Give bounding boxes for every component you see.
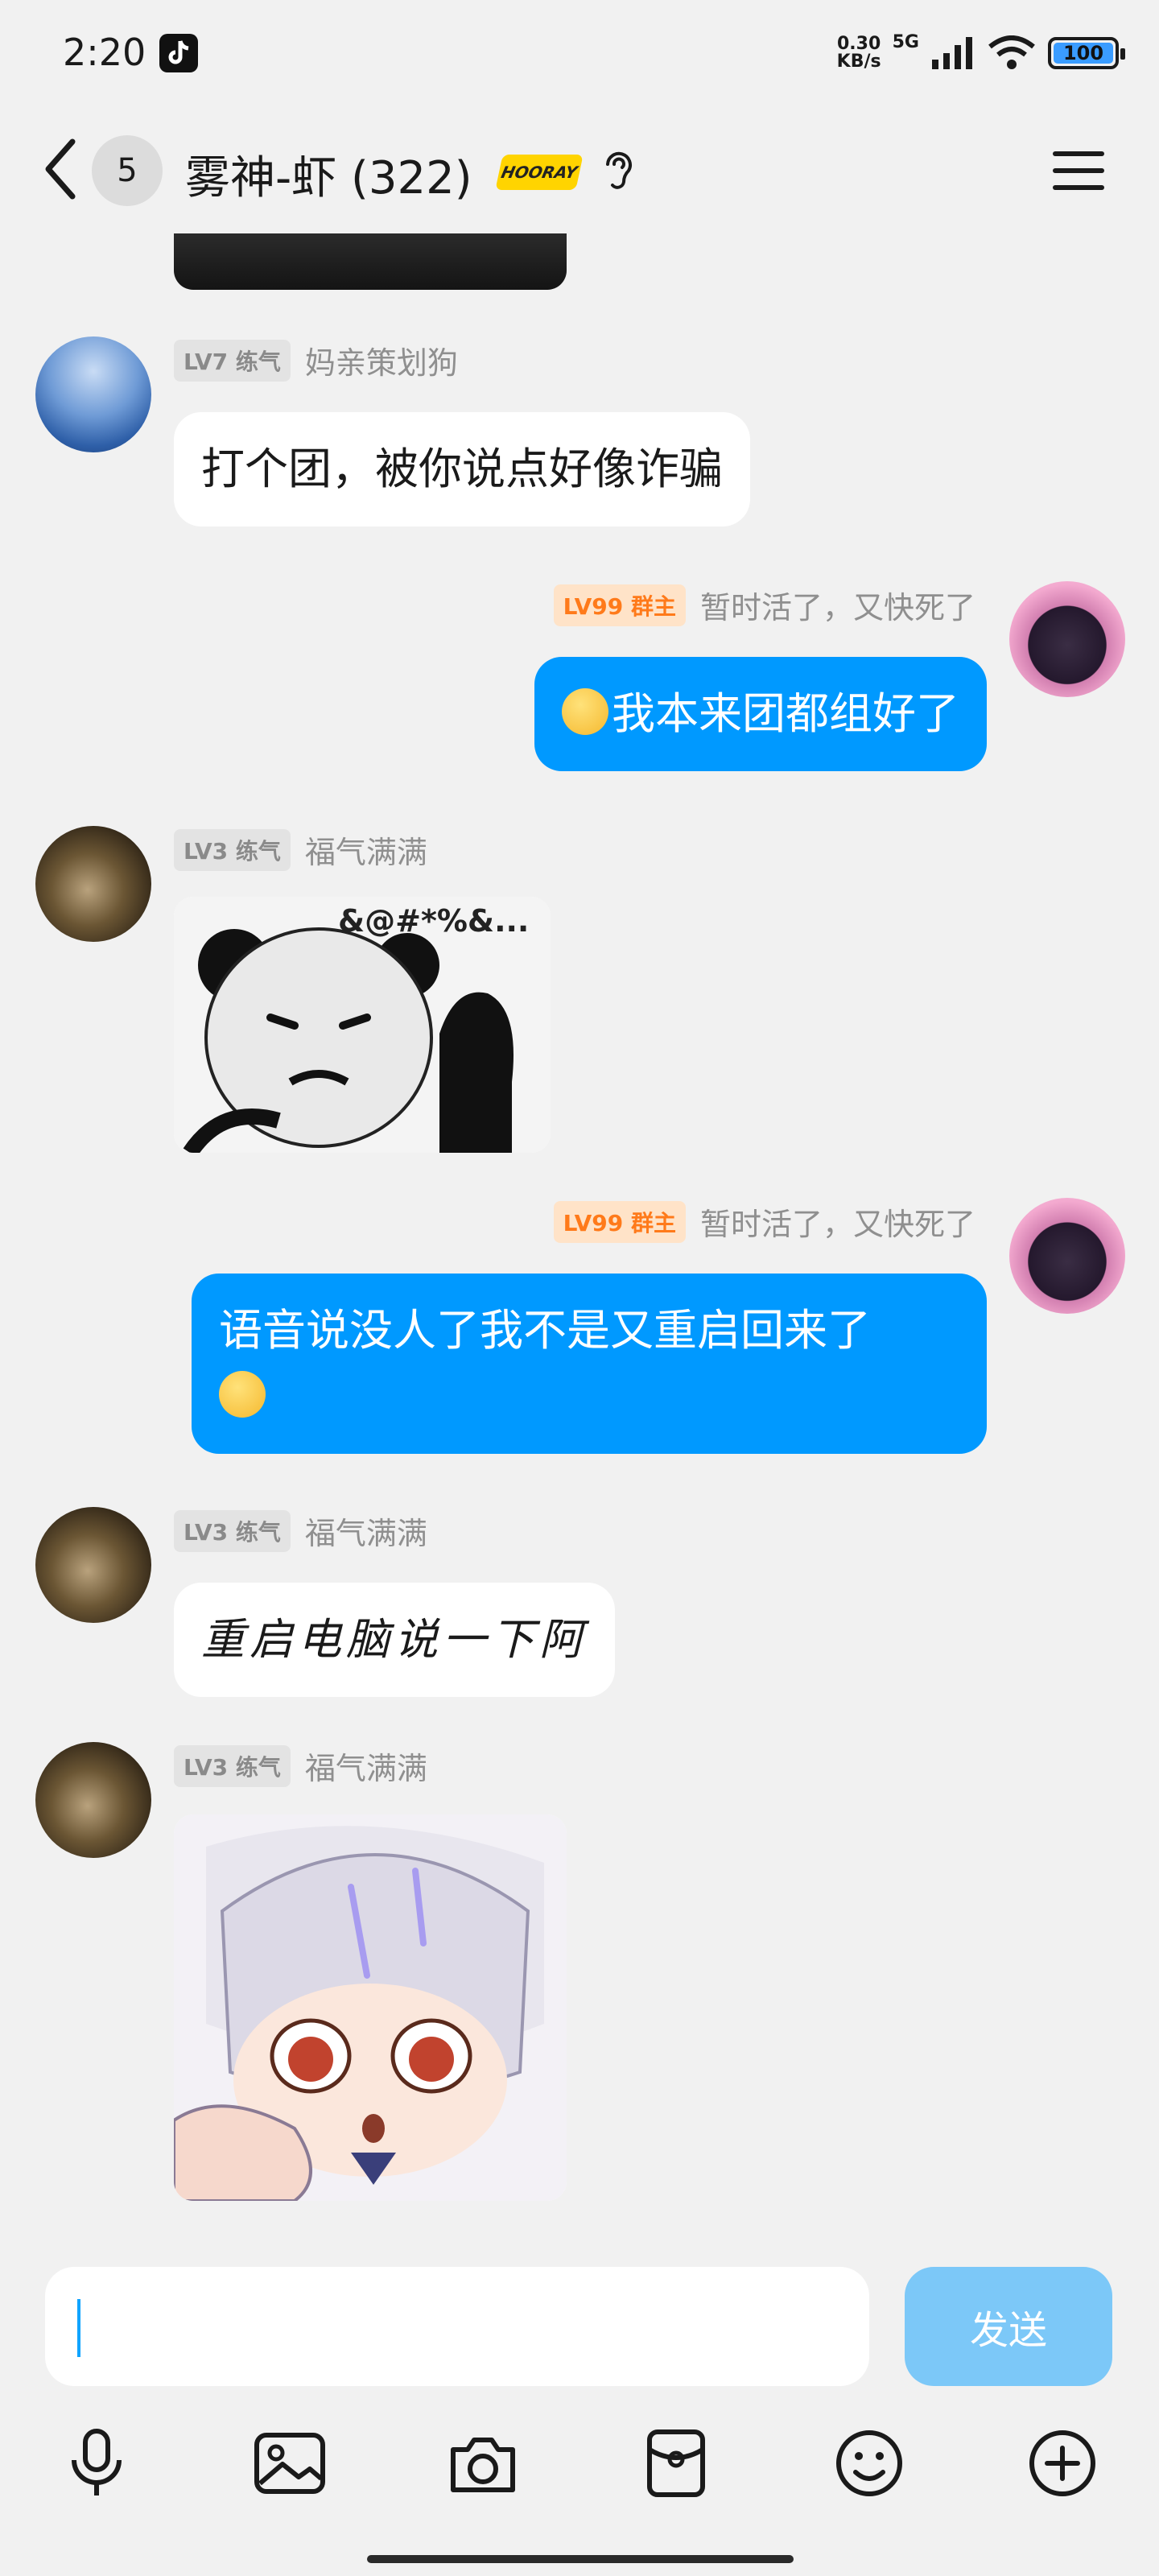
previous-image-message[interactable] xyxy=(174,233,567,290)
message-bubble[interactable]: 我本来团都组好了 xyxy=(534,657,987,771)
status-indicators: 0.30 KB/s 5G 100 xyxy=(837,32,1125,73)
emoji-icon xyxy=(562,688,608,735)
unread-count-badge[interactable]: 5 xyxy=(92,135,163,206)
avatar[interactable] xyxy=(35,826,151,942)
message-meta: LV3 练气 福气满满 xyxy=(174,1744,427,1788)
message-text: 语音说没人了我不是又重启回来了 xyxy=(219,1305,871,1356)
net-speed: 0.30 KB/s xyxy=(837,35,881,71)
emoji-icon xyxy=(219,1371,266,1418)
composer: 发送 xyxy=(0,2246,1159,2576)
level-tag: LV3 练气 xyxy=(174,1744,291,1787)
sender-nickname: 妈亲策划狗 xyxy=(304,345,458,381)
avatar[interactable] xyxy=(35,336,151,452)
message-meta: LV99 群主 暂时活了，又快死了 xyxy=(553,583,975,627)
sticker-caption: &@#*%&... xyxy=(338,903,530,939)
message-text: 我本来团都组好了 xyxy=(612,688,959,739)
avatar[interactable] xyxy=(35,1507,151,1623)
level-tag: LV3 练气 xyxy=(174,1509,291,1552)
ear-icon[interactable] xyxy=(600,147,637,195)
anime-girl-sticker[interactable] xyxy=(174,1814,567,2201)
sender-nickname: 福气满满 xyxy=(304,1516,427,1551)
image-icon[interactable] xyxy=(250,2423,330,2504)
menu-icon[interactable] xyxy=(1050,147,1107,195)
text-caret xyxy=(77,2299,80,2357)
level-tag: LV7 练气 xyxy=(174,339,291,382)
message-bubble[interactable]: 打个团，被你说点好像诈骗 xyxy=(174,412,750,526)
level-tag: LV3 练气 xyxy=(174,828,291,871)
avatar[interactable] xyxy=(35,1742,151,1858)
avatar[interactable] xyxy=(1009,581,1125,697)
battery-icon: 100 xyxy=(1048,36,1125,69)
tiktok-icon xyxy=(159,34,198,72)
battery-level: 100 xyxy=(1062,41,1104,64)
sender-nickname: 暂时活了，又快死了 xyxy=(699,590,975,625)
chat-header: 5 雾神-虾 (322) HOORAY xyxy=(0,105,1159,233)
home-indicator[interactable] xyxy=(367,2555,794,2563)
plus-icon[interactable] xyxy=(1022,2423,1103,2504)
avatar[interactable] xyxy=(1009,1198,1125,1314)
send-button[interactable]: 发送 xyxy=(905,2267,1112,2386)
signal-icon xyxy=(932,36,972,69)
net-speed-value: 0.30 xyxy=(837,33,881,54)
status-time: 2:20 xyxy=(63,31,146,74)
message-meta: LV3 练气 福气满满 xyxy=(174,1509,427,1553)
mic-icon[interactable] xyxy=(56,2423,137,2504)
message-list[interactable]: LV7 练气 妈亲策划狗 打个团，被你说点好像诈骗 LV99 群主 暂时活了，又… xyxy=(0,233,1159,2246)
message-bubble[interactable]: 语音说没人了我不是又重启回来了 xyxy=(192,1274,987,1454)
message-meta: LV7 练气 妈亲策划狗 xyxy=(174,338,458,382)
sender-nickname: 暂时活了，又快死了 xyxy=(699,1207,975,1242)
camera-icon[interactable] xyxy=(443,2423,523,2504)
net-speed-unit: KB/s xyxy=(836,51,881,72)
message-input[interactable] xyxy=(45,2267,869,2386)
status-bar: 2:20 0.30 KB/s 5G 100 xyxy=(0,0,1159,105)
emoji-icon[interactable] xyxy=(829,2423,909,2504)
sender-nickname: 福气满满 xyxy=(304,835,427,870)
wifi-icon xyxy=(988,35,1035,69)
message-meta: LV99 群主 暂时活了，又快死了 xyxy=(553,1199,975,1244)
owner-level-tag: LV99 群主 xyxy=(553,584,686,626)
owner-level-tag: LV99 群主 xyxy=(553,1200,686,1243)
network-type: 5G xyxy=(892,32,919,52)
red-packet-icon[interactable] xyxy=(636,2423,716,2504)
sender-nickname: 福气满满 xyxy=(304,1751,427,1786)
message-meta: LV3 练气 福气满满 xyxy=(174,828,427,872)
hooray-badge: HOORAY xyxy=(495,155,584,190)
message-bubble[interactable]: 重启电脑说一下阿 xyxy=(174,1583,615,1697)
chat-title[interactable]: 雾神-虾 (322) xyxy=(185,142,472,207)
back-icon[interactable] xyxy=(40,137,80,201)
